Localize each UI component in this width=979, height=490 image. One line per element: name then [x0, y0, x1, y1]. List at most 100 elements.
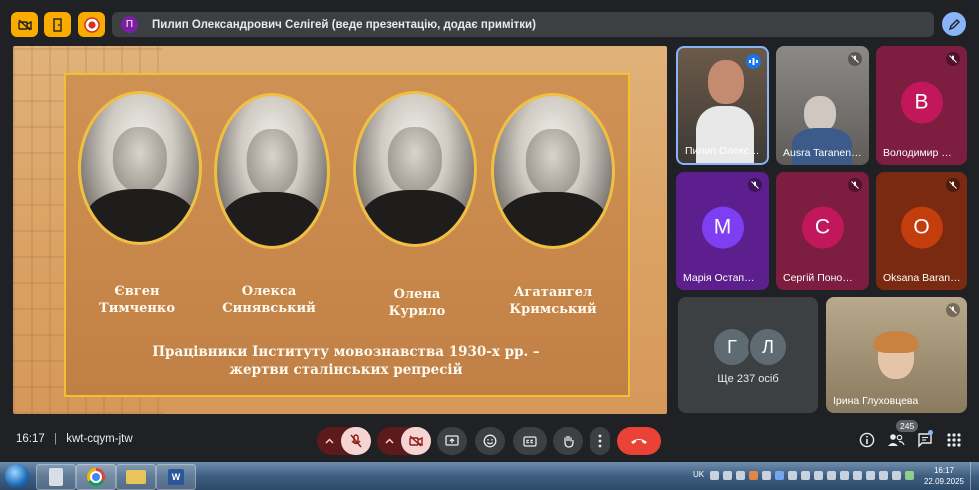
record-icon[interactable]	[78, 12, 105, 37]
camera-control-group	[377, 427, 431, 455]
presenter-avatar: П	[121, 16, 138, 33]
hang-up-icon	[631, 439, 647, 444]
annotate-pen-icon[interactable]	[942, 12, 966, 36]
video-face	[804, 96, 836, 132]
people-button[interactable]	[887, 432, 905, 448]
raise-hand-button[interactable]	[553, 427, 583, 455]
slide-frame: Євген Тимченко Олекса Синявський Олена Кури…	[64, 73, 630, 397]
portrait-tymchenko	[78, 91, 202, 245]
participant-tile-2[interactable]: Ausra Taranen…	[776, 46, 869, 165]
meeting-info: 16:17 | kwt-cqym-jtw	[16, 433, 133, 445]
mic-off-icon	[946, 303, 960, 317]
more-vert-icon	[598, 434, 602, 448]
taskbar-word-icon[interactable]: W	[156, 464, 196, 490]
presenter-status-text: Пилип Олександрович Селігей (веде презен…	[152, 18, 536, 31]
more-options-button[interactable]	[590, 427, 610, 455]
tray-icon-2[interactable]	[723, 471, 732, 480]
participant-name: Oksana Baran…	[883, 272, 961, 284]
others-avatar: Л	[748, 327, 788, 367]
chat-unread-dot	[928, 430, 933, 435]
taskbar-chrome-icon[interactable]	[76, 464, 116, 490]
mic-options-chevron-icon[interactable]	[323, 435, 335, 447]
mic-control-group	[317, 427, 371, 455]
participant-avatar: В	[900, 81, 943, 124]
participant-avatar: М	[701, 206, 744, 249]
person-name-kurylo: Олена Курило	[388, 287, 446, 319]
taskbar-calculator-icon[interactable]	[36, 464, 76, 490]
taskbar-clock[interactable]: 16:17 22.09.2025	[920, 465, 968, 487]
video-face	[708, 60, 744, 104]
meeting-code: kwt-cqym-jtw	[66, 433, 133, 445]
meeting-details-icon[interactable]	[859, 432, 875, 448]
captions-button[interactable]	[513, 427, 547, 455]
camera-off-icon[interactable]	[11, 12, 38, 37]
network-signal-icon[interactable]	[892, 471, 901, 480]
participant-tile-6[interactable]: О Oksana Baran…	[876, 172, 967, 290]
windows-taskbar: W UK 16:17 22.09.2025	[0, 462, 979, 490]
participant-avatar: О	[900, 206, 943, 249]
portrait-syniavskyi	[214, 93, 330, 249]
participant-name: Пилип Олекс…	[685, 145, 760, 157]
present-screen-icon	[445, 435, 459, 446]
participant-tile-3[interactable]: В Володимир …	[876, 46, 967, 165]
participant-tile-4[interactable]: М Марія Остап…	[676, 172, 769, 290]
tray-icon-10[interactable]	[827, 471, 836, 480]
mic-off-icon	[848, 178, 862, 192]
participant-tile-1[interactable]: Пилип Олекс…	[676, 46, 769, 165]
tray-icon-14[interactable]	[879, 471, 888, 480]
participant-name: Ірина Глуховцева	[833, 395, 919, 407]
people-count-badge: 245	[896, 420, 919, 432]
mic-off-icon	[748, 178, 762, 192]
camera-off-button[interactable]	[401, 427, 431, 455]
taskbar-explorer-icon[interactable]	[116, 464, 156, 490]
person-name-krymskyi: Агатангел Кримський	[509, 285, 597, 317]
shared-slide: Євген Тимченко Олекса Синявський Олена Кури…	[13, 46, 667, 414]
hand-icon	[563, 436, 574, 448]
reactions-button[interactable]	[475, 427, 505, 455]
presenter-banner: П Пилип Олександрович Селігей (веде през…	[112, 12, 934, 37]
door-exit-icon[interactable]	[44, 12, 71, 37]
present-screen-button[interactable]	[437, 427, 467, 455]
tray-icon-13[interactable]	[866, 471, 875, 480]
others-count-label: Ще 237 осіб	[717, 373, 779, 385]
participant-tile-7[interactable]: Ірина Глуховцева	[826, 297, 967, 413]
mic-off-icon	[946, 178, 960, 192]
participant-name: Ausra Taranen…	[783, 147, 862, 159]
mic-off-icon	[946, 52, 960, 66]
show-desktop-button[interactable]	[970, 462, 979, 490]
tray-icon-9[interactable]	[814, 471, 823, 480]
meeting-time: 16:17	[16, 433, 45, 445]
activities-button[interactable]	[946, 432, 962, 448]
start-button-icon[interactable]	[5, 464, 29, 488]
participant-avatar: С	[801, 206, 844, 249]
participant-name: Володимир …	[883, 147, 952, 159]
participant-name: Марія Остап…	[683, 272, 755, 284]
tray-icon-4[interactable]	[749, 471, 758, 480]
others-tile[interactable]: Г Л Ще 237 осіб	[678, 297, 818, 413]
tray-icon-3[interactable]	[736, 471, 745, 480]
mic-off-icon	[848, 52, 862, 66]
language-indicator[interactable]: UK	[693, 470, 704, 479]
camera-options-chevron-icon[interactable]	[383, 435, 395, 447]
tray-icon-11[interactable]	[840, 471, 849, 480]
person-name-tymchenko: Євген Тимченко	[99, 284, 175, 316]
participant-name: Сергій Поно…	[783, 272, 853, 284]
grid-icon	[947, 433, 961, 447]
leave-call-button[interactable]	[617, 427, 661, 455]
chat-button[interactable]	[917, 430, 933, 448]
tray-icon-5[interactable]	[762, 471, 771, 480]
clock-time: 16:17	[933, 466, 955, 475]
tray-icon-6[interactable]	[775, 471, 784, 480]
tray-icon-16[interactable]	[905, 471, 914, 480]
meeting-info-separator: |	[53, 433, 57, 445]
captions-icon	[523, 435, 537, 447]
portrait-kurylo	[353, 91, 477, 247]
tray-icon-1[interactable]	[710, 471, 719, 480]
tray-icon-8[interactable]	[801, 471, 810, 480]
mic-off-button[interactable]	[341, 427, 371, 455]
others-avatar: Г	[712, 327, 752, 367]
slide-caption: Працівники Інституту мовознавства 1930-х…	[152, 344, 540, 378]
tray-icon-7[interactable]	[788, 471, 797, 480]
participant-tile-5[interactable]: С Сергій Поно…	[776, 172, 869, 290]
tray-icon-12[interactable]	[853, 471, 862, 480]
